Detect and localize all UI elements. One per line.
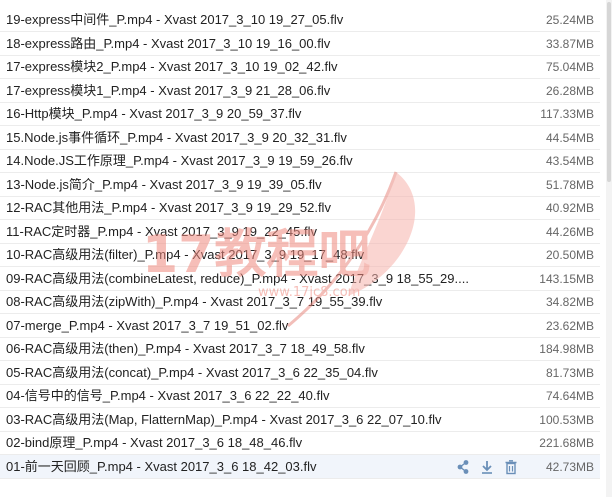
file-size: 100.53MB	[539, 412, 594, 427]
file-row[interactable]: 08-RAC高级用法(zipWith)_P.mp4 - Xvast 2017_3…	[0, 290, 600, 314]
file-size: 75.04MB	[545, 60, 594, 74]
file-name: 15.Node.js事件循环_P.mp4 - Xvast 2017_3_9 20…	[6, 130, 347, 145]
file-row[interactable]: 11-RAC定时器_P.mp4 - Xvast 2017_3_9 19_22_4…	[0, 220, 600, 244]
file-row[interactable]: 10-RAC高级用法(filter)_P.mp4 - Xvast 2017_3_…	[0, 243, 600, 267]
file-name: 17-express模块2_P.mp4 - Xvast 2017_3_10 19…	[6, 60, 338, 74]
file-size: 44.26MB	[545, 224, 594, 239]
scrollbar-thumb[interactable]	[607, 2, 611, 182]
file-name: 04-信号中的信号_P.mp4 - Xvast 2017_3_6 22_22_4…	[6, 389, 330, 403]
file-name: 16-Http模块_P.mp4 - Xvast 2017_3_9 20_59_3…	[6, 107, 302, 121]
file-row[interactable]: 14.Node.JS工作原理_P.mp4 - Xvast 2017_3_9 19…	[0, 149, 600, 173]
file-row[interactable]: 18-express路由_P.mp4 - Xvast 2017_3_10 19_…	[0, 32, 600, 56]
file-name: 07-merge_P.mp4 - Xvast 2017_3_7 19_51_02…	[6, 318, 289, 333]
file-row[interactable]: 01-前一天回顾_P.mp4 - Xvast 2017_3_6 18_42_03…	[0, 454, 600, 479]
file-size: 143.15MB	[539, 271, 594, 286]
file-row[interactable]: 17-express模块1_P.mp4 - Xvast 2017_3_9 21_…	[0, 79, 600, 103]
delete-icon[interactable]	[504, 459, 518, 475]
file-name: 08-RAC高级用法(zipWith)_P.mp4 - Xvast 2017_3…	[6, 295, 383, 309]
file-size: 117.33MB	[540, 107, 594, 121]
row-actions	[456, 458, 518, 476]
file-name: 13-Node.js简介_P.mp4 - Xvast 2017_3_9 19_3…	[6, 177, 322, 192]
file-size: 184.98MB	[539, 342, 594, 356]
file-row[interactable]: 04-信号中的信号_P.mp4 - Xvast 2017_3_6 22_22_4…	[0, 384, 600, 408]
file-size: 23.62MB	[545, 318, 594, 333]
file-list: 19-express中间件_P.mp4 - Xvast 2017_3_10 19…	[0, 0, 612, 497]
file-row[interactable]: 16-Http模块_P.mp4 - Xvast 2017_3_9 20_59_3…	[0, 102, 600, 126]
file-name: 17-express模块1_P.mp4 - Xvast 2017_3_9 21_…	[6, 83, 331, 98]
file-name: 09-RAC高级用法(combineLatest, reduce)_P.mp4 …	[6, 271, 469, 286]
file-row[interactable]: 17-express模块2_P.mp4 - Xvast 2017_3_10 19…	[0, 55, 600, 79]
file-size: 51.78MB	[545, 177, 594, 192]
file-row[interactable]: 09-RAC高级用法(combineLatest, reduce)_P.mp4 …	[0, 267, 600, 291]
file-size: 44.54MB	[545, 130, 594, 145]
file-row[interactable]: 13-Node.js简介_P.mp4 - Xvast 2017_3_9 19_3…	[0, 173, 600, 197]
file-name: 02-bind原理_P.mp4 - Xvast 2017_3_6 18_48_4…	[6, 436, 303, 450]
file-size: 42.73MB	[545, 459, 594, 474]
file-size: 81.73MB	[545, 365, 594, 380]
file-size: 74.64MB	[545, 389, 594, 403]
file-row[interactable]: 15.Node.js事件循环_P.mp4 - Xvast 2017_3_9 20…	[0, 126, 600, 150]
file-row[interactable]: 02-bind原理_P.mp4 - Xvast 2017_3_6 18_48_4…	[0, 431, 600, 455]
file-row[interactable]: 19-express中间件_P.mp4 - Xvast 2017_3_10 19…	[0, 8, 600, 32]
file-name: 12-RAC其他用法_P.mp4 - Xvast 2017_3_9 19_29_…	[6, 201, 331, 215]
file-name: 06-RAC高级用法(then)_P.mp4 - Xvast 2017_3_7 …	[6, 342, 365, 356]
file-row[interactable]: 06-RAC高级用法(then)_P.mp4 - Xvast 2017_3_7 …	[0, 337, 600, 361]
file-size: 34.82MB	[545, 295, 594, 309]
file-name: 11-RAC定时器_P.mp4 - Xvast 2017_3_9 19_22_4…	[6, 224, 317, 239]
file-name: 03-RAC高级用法(Map, FlatternMap)_P.mp4 - Xva…	[6, 412, 442, 427]
download-icon[interactable]	[480, 459, 494, 475]
file-name: 10-RAC高级用法(filter)_P.mp4 - Xvast 2017_3_…	[6, 248, 365, 262]
file-size: 20.50MB	[545, 248, 594, 262]
scrollbar[interactable]	[606, 0, 612, 497]
file-size: 26.28MB	[545, 83, 594, 98]
file-row[interactable]: 07-merge_P.mp4 - Xvast 2017_3_7 19_51_02…	[0, 314, 600, 338]
file-row[interactable]: 03-RAC高级用法(Map, FlatternMap)_P.mp4 - Xva…	[0, 408, 600, 432]
share-icon[interactable]	[456, 459, 470, 475]
file-size: 221.68MB	[539, 436, 594, 450]
file-size: 25.24MB	[545, 13, 594, 27]
file-name: 19-express中间件_P.mp4 - Xvast 2017_3_10 19…	[6, 13, 344, 27]
file-row[interactable]: 12-RAC其他用法_P.mp4 - Xvast 2017_3_9 19_29_…	[0, 196, 600, 220]
file-name: 14.Node.JS工作原理_P.mp4 - Xvast 2017_3_9 19…	[6, 154, 353, 168]
file-name: 05-RAC高级用法(concat)_P.mp4 - Xvast 2017_3_…	[6, 365, 378, 380]
file-name: 01-前一天回顾_P.mp4 - Xvast 2017_3_6 18_42_03…	[6, 459, 317, 474]
file-row[interactable]: 05-RAC高级用法(concat)_P.mp4 - Xvast 2017_3_…	[0, 361, 600, 385]
file-size: 40.92MB	[545, 201, 594, 215]
file-size: 43.54MB	[545, 154, 594, 168]
file-size: 33.87MB	[545, 36, 594, 51]
file-name: 18-express路由_P.mp4 - Xvast 2017_3_10 19_…	[6, 36, 331, 51]
